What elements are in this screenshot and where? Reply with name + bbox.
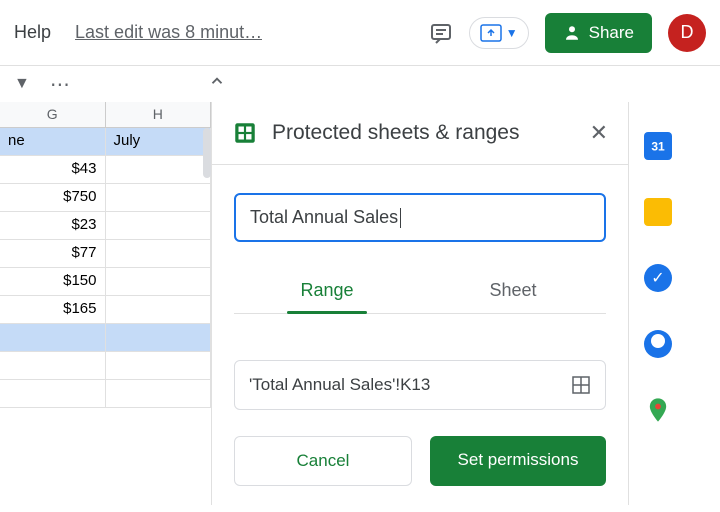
column-header-h[interactable]: H [106, 102, 212, 127]
share-button[interactable]: Share [545, 13, 652, 53]
set-permissions-button[interactable]: Set permissions [430, 436, 606, 486]
tab-sheet[interactable]: Sheet [420, 270, 606, 313]
share-label: Share [589, 23, 634, 43]
comment-history-icon[interactable] [429, 21, 453, 45]
cell[interactable] [106, 296, 212, 323]
cell[interactable]: $165 [0, 296, 106, 323]
table-row[interactable]: ne July [0, 128, 211, 156]
cell[interactable]: $43 [0, 156, 106, 183]
side-panel [629, 102, 687, 505]
table-row[interactable]: $43 [0, 156, 211, 184]
keep-icon[interactable] [644, 198, 672, 226]
table-row[interactable]: $23 [0, 212, 211, 240]
column-header-g[interactable]: G [0, 102, 106, 127]
text-cursor [400, 208, 401, 228]
cell[interactable] [106, 184, 212, 211]
maps-icon[interactable] [644, 396, 672, 424]
panel-title: Protected sheets & ranges [272, 121, 576, 145]
table-row[interactable] [0, 352, 211, 380]
cell[interactable] [0, 352, 106, 379]
cell[interactable] [106, 212, 212, 239]
tasks-icon[interactable] [644, 264, 672, 292]
help-menu[interactable]: Help [14, 22, 51, 43]
cell[interactable] [106, 324, 212, 351]
cell[interactable] [106, 268, 212, 295]
calendar-icon[interactable] [644, 132, 672, 160]
cell[interactable] [106, 156, 212, 183]
table-row[interactable]: $165 [0, 296, 211, 324]
close-icon[interactable]: ✕ [590, 120, 608, 146]
cell[interactable]: $77 [0, 240, 106, 267]
range-value: 'Total Annual Sales'!K13 [249, 375, 430, 395]
cancel-button[interactable]: Cancel [234, 436, 412, 486]
contacts-icon[interactable] [644, 330, 672, 358]
sheets-icon [232, 120, 258, 146]
cell[interactable] [106, 380, 212, 407]
protected-ranges-panel: Protected sheets & ranges ✕ Total Annual… [211, 102, 629, 505]
cell[interactable] [106, 240, 212, 267]
cell[interactable]: ne [0, 128, 106, 155]
cell[interactable] [0, 380, 106, 407]
edit-status-link[interactable]: Last edit was 8 minut… [75, 22, 262, 43]
spreadsheet-grid[interactable]: G H ne July $43 $750 $23 $77 $150 $165 [0, 102, 211, 505]
table-row[interactable]: $150 [0, 268, 211, 296]
select-range-icon[interactable] [571, 375, 591, 395]
description-input[interactable]: Total Annual Sales [234, 193, 606, 242]
toolbar-dropdown[interactable]: ▼ [10, 71, 34, 97]
range-input[interactable]: 'Total Annual Sales'!K13 [234, 360, 606, 410]
table-row[interactable] [0, 324, 211, 352]
tab-range[interactable]: Range [234, 270, 420, 313]
scrollbar[interactable] [203, 128, 211, 178]
cell[interactable]: July [106, 128, 212, 155]
cell[interactable]: $23 [0, 212, 106, 239]
table-row[interactable] [0, 380, 211, 408]
cell[interactable]: $150 [0, 268, 106, 295]
table-row[interactable]: $77 [0, 240, 211, 268]
toolbar-more-icon[interactable]: ⋯ [50, 72, 72, 97]
cell[interactable]: $750 [0, 184, 106, 211]
collapse-toolbar-icon[interactable] [208, 72, 226, 96]
cell[interactable] [0, 324, 106, 351]
table-row[interactable]: $750 [0, 184, 211, 212]
present-button[interactable]: ▼ [469, 17, 529, 49]
cell[interactable] [106, 352, 212, 379]
chevron-down-icon: ▼ [506, 26, 518, 40]
account-avatar[interactable]: D [668, 14, 706, 52]
